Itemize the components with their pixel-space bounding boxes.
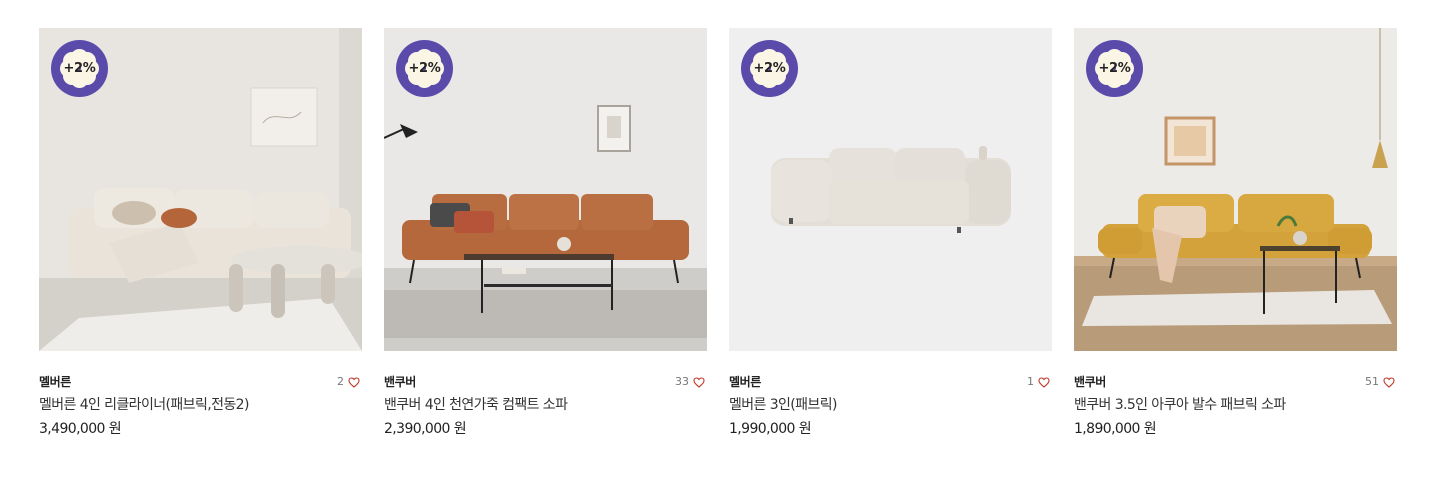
- heart-icon[interactable]: [1383, 376, 1395, 388]
- product-image[interactable]: +2%: [39, 28, 362, 351]
- product-brand: 밴쿠버: [384, 375, 416, 389]
- product-price: 1,890,000 원: [1074, 421, 1157, 437]
- heart-icon[interactable]: [1038, 376, 1050, 388]
- product-brand: 밴쿠버: [1074, 375, 1106, 389]
- like-counter[interactable]: 51: [1365, 373, 1395, 391]
- product-grid: +2% 멜버른 2 멜버른 4인 리클라이너(패브릭,전동2) 3,490,00…: [39, 28, 1397, 439]
- product-name[interactable]: 멜버른 4인 리클라이너(패브릭,전동2): [39, 395, 362, 415]
- discount-badge: +2%: [741, 40, 798, 97]
- heart-icon[interactable]: [693, 376, 705, 388]
- product-card[interactable]: +2% 멜버른 1 멜버른 3인(패브릭) 1,990,000 원: [729, 28, 1052, 439]
- badge-label: +2%: [63, 61, 96, 76]
- product-card[interactable]: +2% 밴쿠버 33 밴쿠버 4인 천연가죽 컴팩트 소파 2,390,000 …: [384, 28, 707, 439]
- discount-badge: +2%: [51, 40, 108, 97]
- product-meta: 멜버른 2 멜버른 4인 리클라이너(패브릭,전동2) 3,490,000 원: [39, 373, 362, 439]
- like-counter[interactable]: 33: [675, 373, 705, 391]
- product-name[interactable]: 멜버른 3인(패브릭): [729, 395, 1052, 415]
- product-image[interactable]: +2%: [729, 28, 1052, 351]
- badge-label: +2%: [408, 61, 441, 76]
- product-price: 3,490,000 원: [39, 421, 122, 437]
- product-image[interactable]: +2%: [384, 28, 707, 351]
- product-price: 1,990,000 원: [729, 421, 812, 437]
- product-brand: 멜버른: [729, 375, 761, 389]
- discount-badge: +2%: [1086, 40, 1143, 97]
- product-name[interactable]: 밴쿠버 3.5인 아쿠아 발수 패브릭 소파: [1074, 395, 1397, 415]
- like-counter[interactable]: 1: [1027, 373, 1050, 391]
- product-meta: 밴쿠버 51 밴쿠버 3.5인 아쿠아 발수 패브릭 소파 1,890,000 …: [1074, 373, 1397, 439]
- like-count: 2: [337, 375, 344, 388]
- product-image[interactable]: +2%: [1074, 28, 1397, 351]
- like-count: 51: [1365, 375, 1379, 388]
- product-brand: 멜버른: [39, 375, 71, 389]
- heart-icon[interactable]: [348, 376, 360, 388]
- badge-label: +2%: [753, 61, 786, 76]
- like-counter[interactable]: 2: [337, 373, 360, 391]
- product-meta: 멜버른 1 멜버른 3인(패브릭) 1,990,000 원: [729, 373, 1052, 439]
- like-count: 1: [1027, 375, 1034, 388]
- like-count: 33: [675, 375, 689, 388]
- discount-badge: +2%: [396, 40, 453, 97]
- badge-label: +2%: [1098, 61, 1131, 76]
- product-meta: 밴쿠버 33 밴쿠버 4인 천연가죽 컴팩트 소파 2,390,000 원: [384, 373, 707, 439]
- product-name[interactable]: 밴쿠버 4인 천연가죽 컴팩트 소파: [384, 395, 707, 415]
- product-card[interactable]: +2% 멜버른 2 멜버른 4인 리클라이너(패브릭,전동2) 3,490,00…: [39, 28, 362, 439]
- product-card[interactable]: +2% 밴쿠버 51 밴쿠버 3.5인 아쿠아 발수 패브릭 소파 1,890,…: [1074, 28, 1397, 439]
- product-price: 2,390,000 원: [384, 421, 467, 437]
